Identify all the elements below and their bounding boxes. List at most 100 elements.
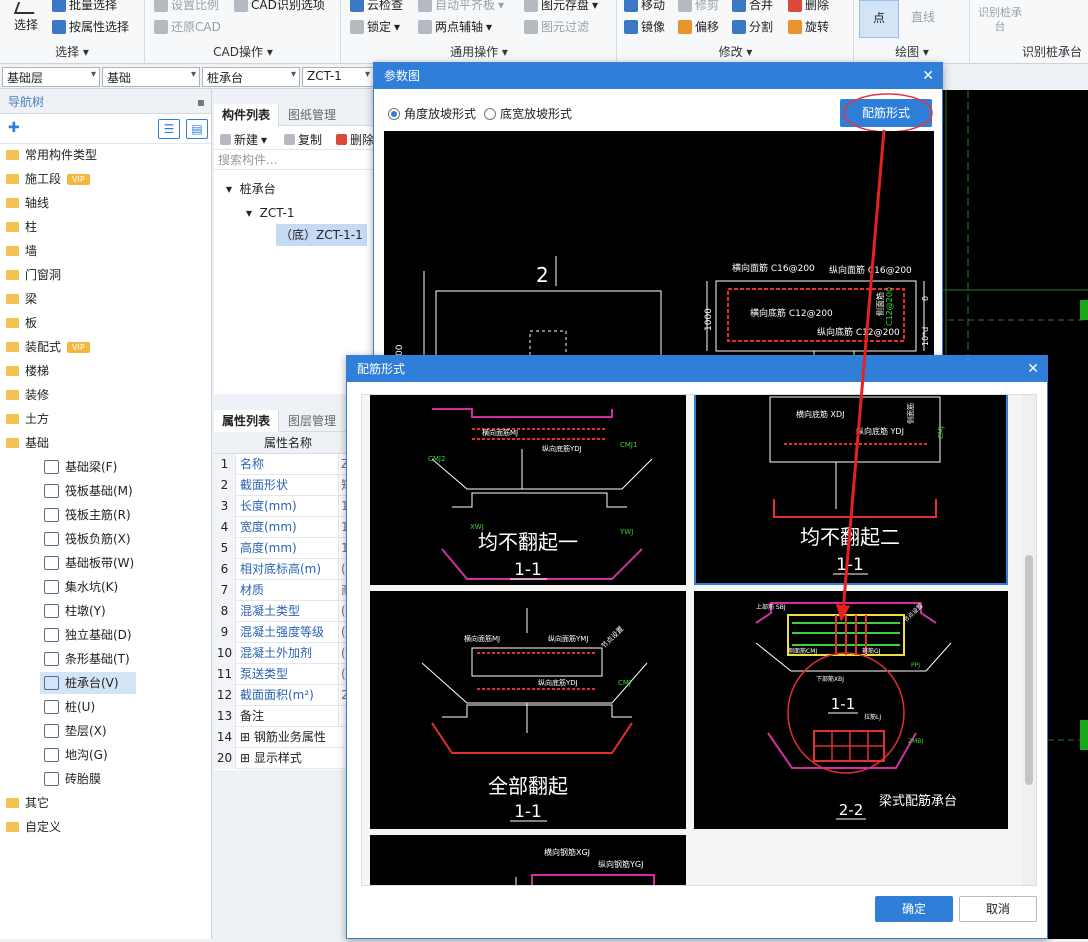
attr-select-button[interactable]: 按属性选择 (52, 18, 129, 35)
tab-component-list[interactable]: 构件列表 (214, 104, 280, 126)
nav-sub-sump[interactable]: 集水坑(K) (44, 576, 118, 598)
move-button[interactable]: 移动 (624, 0, 665, 13)
rotate-button[interactable]: 旋转 (788, 18, 829, 35)
point-button[interactable]: 点 (859, 0, 899, 38)
recognize-pile-cap-button[interactable]: 识别桩承台 (977, 6, 1023, 34)
nav-sub-pile[interactable]: 桩(U) (44, 696, 95, 718)
rebar-option-3[interactable]: 横向面筋MJ 纵向面筋YMJ 纵向底筋YDJ CMJ 节点设置 全部翻起 1-1 (370, 591, 686, 829)
nav-item-foundation[interactable]: 基础 (6, 432, 49, 454)
scrollbar-thumb[interactable] (1025, 555, 1033, 785)
nav-sub-raft-neg[interactable]: 筏板负筋(X) (44, 528, 131, 550)
point-label: 点 (872, 11, 885, 25)
save-element-button[interactable]: 图元存盘 ▾ (524, 0, 598, 13)
select-label: 选择 (13, 18, 38, 32)
cancel-button[interactable]: 取消 (959, 896, 1037, 922)
tree-pile-cap[interactable]: ▾ 桩承台 (226, 178, 276, 200)
option-4-label-0: 上部筋 SBJ (756, 603, 786, 611)
property-name: 混凝土外加剂 (240, 646, 313, 660)
nav-item-axis[interactable]: 轴线 (6, 192, 49, 214)
element-filter-button[interactable]: 图元过滤 (524, 18, 589, 35)
nav-item-beam[interactable]: 梁 (6, 288, 37, 310)
merge-button[interactable]: 合并 (732, 0, 773, 13)
nav-sub-raft-main[interactable]: 筏板主筋(R) (44, 504, 131, 526)
cloud-check-button[interactable]: 云检查 (350, 0, 403, 13)
close-icon[interactable]: ✕ (922, 63, 934, 89)
mirror-button[interactable]: 镜像 (624, 18, 665, 35)
category-select[interactable]: 基础 (102, 67, 200, 87)
delete-component-button[interactable]: 删除 (336, 131, 374, 148)
nav-sub-foundation-beam[interactable]: 基础梁(F) (44, 456, 117, 478)
floor-select[interactable]: 基础层 (2, 67, 100, 87)
copy-component-button[interactable]: 复制 (284, 131, 322, 148)
nav-sub-strip-band[interactable]: 基础板带(W) (44, 552, 134, 574)
restore-cad-button[interactable]: 还原CAD (154, 18, 221, 35)
option-3-label-0: 横向面筋MJ (464, 634, 500, 643)
attr-select-label: 按属性选择 (69, 20, 130, 34)
nav-item-custom[interactable]: 自定义 (6, 816, 61, 838)
nav-item-earthwork[interactable]: 土方 (6, 408, 49, 430)
close-icon[interactable]: ✕ (1027, 356, 1039, 382)
two-point-axis-button[interactable]: 两点辅轴 ▾ (418, 18, 492, 35)
nav-item-prefab[interactable]: 装配式 VIP (6, 336, 90, 358)
add-icon[interactable]: ✚ (8, 120, 20, 136)
collapse-icon[interactable]: ▪ (197, 90, 205, 114)
delete-button[interactable]: 删除 (788, 0, 829, 13)
nav-sub-brick-mold[interactable]: 砖胎膜 (44, 768, 101, 790)
split-button[interactable]: 分割 (732, 18, 773, 35)
list-view-icon[interactable]: ☰ (158, 119, 180, 139)
tree-zct1-1[interactable]: （底）ZCT-1-1 (276, 224, 367, 246)
nav-sub-raft[interactable]: 筏板基础(M) (44, 480, 133, 502)
nav-item-opening[interactable]: 门窗洞 (6, 264, 61, 286)
batch-select-button[interactable]: 批量选择 (52, 0, 117, 13)
trim-button[interactable]: 修剪 (678, 0, 719, 13)
nav-item-label: 板 (25, 316, 38, 330)
nav-sub-isolated[interactable]: 独立基础(D) (44, 624, 132, 646)
option-2-label-2: 侧面筋 (906, 403, 915, 424)
nav-item-wall[interactable]: 墙 (6, 240, 37, 262)
nav-item-decoration[interactable]: 装修 (6, 384, 49, 406)
ribbon-group-draw: 点 直线 绘图 ▾ (855, 0, 970, 64)
nav-sub-cushion[interactable]: 垫层(X) (44, 720, 107, 742)
nav-sub-strip[interactable]: 条形基础(T) (44, 648, 130, 670)
component-search-input[interactable]: 搜索构件... (214, 150, 373, 170)
rotate-label: 旋转 (805, 20, 830, 34)
angle-slope-radio[interactable]: 角度放坡形式 (388, 105, 476, 122)
cad-options-button[interactable]: CAD识别选项 (234, 0, 325, 13)
property-name: 截面形状 (240, 478, 289, 492)
nav-item-common[interactable]: 常用构件类型 (6, 144, 97, 166)
tab-property-list[interactable]: 属性列表 (214, 410, 280, 432)
rebar-option-4[interactable]: 上部筋 SBJ 侧面筋CMJ 下部筋XBJ 箍筋GJ 拉筋LJ PPJ ZMBJ… (694, 591, 1008, 829)
nav-item-other[interactable]: 其它 (6, 792, 49, 814)
type-select[interactable]: 桩承台 (202, 67, 300, 87)
ok-button[interactable]: 确定 (875, 896, 953, 922)
width-slope-radio[interactable]: 底宽放坡形式 (484, 105, 572, 122)
nav-sub-pile-cap[interactable]: 桩承台(V) (40, 672, 136, 694)
nav-item-section[interactable]: 施工段 VIP (6, 168, 90, 190)
rebar-option-5[interactable]: 横向钢筋XGJ 纵向钢筋YGJ (370, 835, 686, 885)
folder-icon (6, 414, 19, 424)
lock-button[interactable]: 锁定 ▾ (350, 18, 400, 35)
rebar-form-dialog: 配筋形式 ✕ 横向面筋MJ 纵向底筋YDJ CMJ1 CMJ2 XWJ YWJ 均… (346, 355, 1048, 939)
nav-sub-pier[interactable]: 柱墩(Y) (44, 600, 106, 622)
rebar-option-2[interactable]: 横向底筋 XDJ 纵向底筋 YDJ 侧面筋 CMJ 均不翻起二 1-1 (694, 395, 1008, 585)
offset-button[interactable]: 偏移 (678, 18, 719, 35)
tab-layer-manage[interactable]: 图层管理 (280, 410, 344, 432)
options-scrollbar[interactable] (1022, 395, 1036, 885)
recognize-label: 识别桩承台 (978, 6, 1022, 33)
line-button[interactable]: 直线 (905, 8, 941, 25)
tree-zct1[interactable]: ▾ ZCT-1 (246, 202, 294, 224)
nav-item-column[interactable]: 柱 (6, 216, 37, 238)
tab-drawing-manage[interactable]: 图纸管理 (280, 104, 344, 126)
select-big-button[interactable]: 选择 (6, 2, 46, 33)
option-1-label-0: 横向面筋MJ (482, 428, 518, 437)
nav-item-stair[interactable]: 楼梯 (6, 360, 49, 382)
nav-sub-trench[interactable]: 地沟(G) (44, 744, 108, 766)
nav-item-slab[interactable]: 板 (6, 312, 37, 334)
set-scale-button[interactable]: 设置比例 (154, 0, 219, 13)
component-select[interactable]: ZCT-1 (302, 67, 374, 87)
grid-view-icon[interactable]: ▤ (186, 119, 208, 139)
new-component-button[interactable]: 新建 ▾ (220, 131, 267, 148)
rebar-option-1[interactable]: 横向面筋MJ 纵向底筋YDJ CMJ1 CMJ2 XWJ YWJ 均不翻起一 1… (370, 395, 686, 585)
floor-select-value: 基础层 (7, 71, 44, 85)
auto-align-button[interactable]: 自动平齐板 ▾ (418, 0, 504, 13)
